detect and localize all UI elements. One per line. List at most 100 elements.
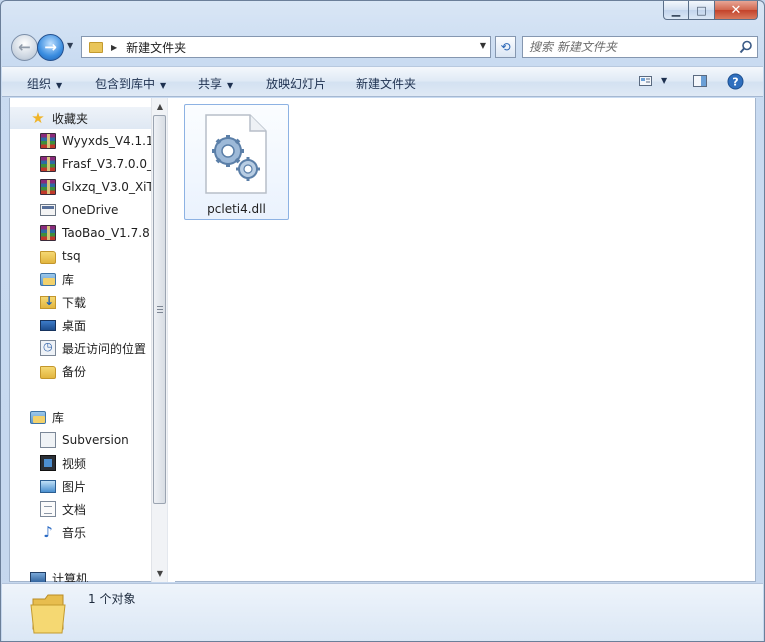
sidebar-item-label: Glxzq_V3.0_XiTo — [62, 180, 151, 194]
command-bar: 组织 ▼ 包含到库中 ▼ 共享 ▼ 放映幻灯片 新建文件夹 ▼ ? — [2, 66, 763, 97]
address-dropdown-icon[interactable]: ▼ — [480, 41, 486, 50]
share-menu[interactable]: 共享 ▼ — [198, 75, 233, 92]
forward-arrow-icon: → — [44, 38, 57, 56]
sidebar-item-documents[interactable]: 文档 — [10, 498, 151, 520]
sidebar-item-label: TaoBao_V1.7.8. — [62, 226, 151, 240]
sidebar-item-onedrive[interactable]: OneDrive — [10, 199, 151, 221]
sidebar-item-wyyxds[interactable]: Wyyxds_V4.1.1.1 — [10, 130, 151, 152]
pictures-icon — [40, 479, 56, 493]
details-pane: 1 个对象 — [2, 583, 763, 641]
organize-label: 组织 — [27, 77, 52, 91]
sidebar-item-label: 图片 — [62, 479, 87, 494]
sidebar-item-library-shortcut[interactable]: 库 — [10, 268, 151, 290]
minimize-icon: ▁ — [671, 3, 681, 17]
file-list-pane: pcleti4.dll — [176, 98, 755, 582]
library-icon — [40, 272, 56, 286]
rar-archive-icon — [40, 179, 56, 195]
sidebar-item-glxzq[interactable]: Glxzq_V3.0_XiTo — [10, 176, 151, 198]
new-folder-button[interactable]: 新建文件夹 — [356, 75, 416, 92]
sidebar-item-music[interactable]: ♪ 音乐 — [10, 521, 151, 543]
rar-archive-icon — [40, 156, 56, 172]
scroll-up-icon[interactable]: ▲ — [152, 98, 167, 114]
scrollbar-thumb[interactable] — [153, 115, 166, 504]
sidebar-item-label: Wyyxds_V4.1.1.1 — [62, 134, 151, 148]
item-count-status: 1 个对象 — [88, 592, 136, 606]
rar-archive-icon — [40, 225, 56, 241]
chevron-down-icon: ▼ — [56, 81, 63, 90]
view-options-dropdown-icon[interactable]: ▼ — [661, 76, 667, 85]
close-button[interactable]: ✕ — [715, 1, 758, 20]
favorites-star-icon: ★ — [31, 109, 45, 127]
minimize-button[interactable]: ▁ — [663, 1, 689, 20]
breadcrumb-current-folder[interactable]: 新建文件夹 — [126, 39, 186, 56]
explorer-window: ▁ □ ✕ ← → ▼ ▶ 新建文件夹 ▼ ⟲ 搜索 新建文件夹 组织 ▼ 包含… — [0, 0, 765, 642]
sidebar-item-libraries[interactable]: 库 — [10, 406, 151, 428]
maximize-button[interactable]: □ — [689, 1, 715, 20]
breadcrumb-separator-icon[interactable]: ▶ — [111, 43, 117, 52]
downloads-icon — [40, 294, 56, 309]
sidebar-item-label: 音乐 — [62, 525, 87, 540]
sidebar-item-label: Subversion — [62, 433, 129, 447]
navigation-bar: ← → ▼ ▶ 新建文件夹 ▼ ⟲ — [9, 32, 758, 62]
sidebar-item-label: 桌面 — [62, 318, 87, 333]
sidebar-item-videos[interactable]: 视频 — [10, 452, 151, 474]
slideshow-label: 放映幻灯片 — [266, 77, 327, 91]
include-in-library-menu[interactable]: 包含到库中 ▼ — [95, 75, 166, 92]
search-box[interactable] — [522, 36, 758, 58]
dll-file-icon — [205, 114, 267, 194]
slideshow-button[interactable]: 放映幻灯片 — [266, 75, 326, 92]
desktop-icon — [40, 320, 56, 331]
address-folder-icon — [89, 41, 103, 53]
sidebar-item-label: 下载 — [62, 295, 87, 310]
sidebar-scrollbar[interactable]: ▲ ▼ — [151, 98, 167, 582]
include-in-library-label: 包含到库中 — [95, 77, 156, 91]
sidebar-item-label: 视频 — [62, 456, 87, 471]
scroll-down-icon[interactable]: ▼ — [152, 565, 167, 581]
share-label: 共享 — [198, 77, 223, 91]
sidebar-item-label: Frasf_V3.7.0.0_X — [62, 157, 151, 171]
help-icon[interactable]: ? — [727, 73, 744, 90]
address-bar[interactable]: ▶ 新建文件夹 ▼ — [81, 36, 491, 58]
close-icon: ✕ — [730, 2, 742, 18]
file-item[interactable]: pcleti4.dll — [184, 104, 289, 220]
subversion-icon — [40, 432, 56, 448]
sidebar-item-pictures[interactable]: 图片 — [10, 475, 151, 497]
back-button[interactable]: ← — [11, 34, 38, 61]
sidebar-item-frasf[interactable]: Frasf_V3.7.0.0_X — [10, 153, 151, 175]
svg-text:?: ? — [732, 76, 738, 89]
sidebar-item-desktop[interactable]: 桌面 — [10, 314, 151, 336]
content-area: ★ 收藏夹 Wyyxds_V4.1.1.1 Frasf_V3.7.0.0_X G… — [9, 98, 756, 582]
file-name: pcleti4.dll — [207, 202, 266, 216]
new-folder-label: 新建文件夹 — [356, 77, 417, 91]
sidebar-item-favorites[interactable]: ★ 收藏夹 — [10, 107, 151, 129]
documents-icon — [40, 501, 56, 517]
folder-icon — [40, 250, 56, 264]
change-view-icon[interactable] — [638, 73, 654, 89]
refresh-button[interactable]: ⟲ — [495, 36, 516, 58]
refresh-icon: ⟲ — [500, 40, 511, 54]
forward-button[interactable]: → — [37, 34, 64, 61]
sidebar-item-tsq[interactable]: tsq — [10, 245, 151, 267]
pane-splitter[interactable] — [167, 98, 175, 582]
chevron-down-icon: ▼ — [227, 81, 234, 90]
sidebar-item-recent-places[interactable]: 最近访问的位置 — [10, 337, 151, 359]
sidebar-item-label: 收藏夹 — [52, 111, 89, 126]
sidebar-item-backup[interactable]: 备份 — [10, 360, 151, 382]
scrollbar-grip-icon — [157, 306, 163, 313]
sidebar-item-label: tsq — [62, 249, 81, 263]
search-input[interactable] — [529, 40, 729, 54]
search-icon[interactable] — [739, 40, 753, 54]
organize-menu[interactable]: 组织 ▼ — [27, 75, 62, 92]
recent-pages-dropdown-icon[interactable]: ▼ — [67, 41, 73, 50]
folder-icon — [30, 594, 66, 634]
sidebar-item-taobao[interactable]: TaoBao_V1.7.8. — [10, 222, 151, 244]
maximize-icon: □ — [696, 3, 707, 17]
sidebar-item-computer[interactable]: 计算机 — [10, 567, 151, 582]
sidebar-item-label: 备份 — [62, 364, 87, 379]
sidebar-item-subversion[interactable]: Subversion — [10, 429, 151, 451]
video-icon — [40, 455, 56, 471]
computer-icon — [30, 572, 46, 582]
sidebar-item-downloads[interactable]: 下载 — [10, 291, 151, 313]
folder-icon — [40, 365, 56, 379]
preview-pane-icon[interactable] — [692, 73, 708, 89]
